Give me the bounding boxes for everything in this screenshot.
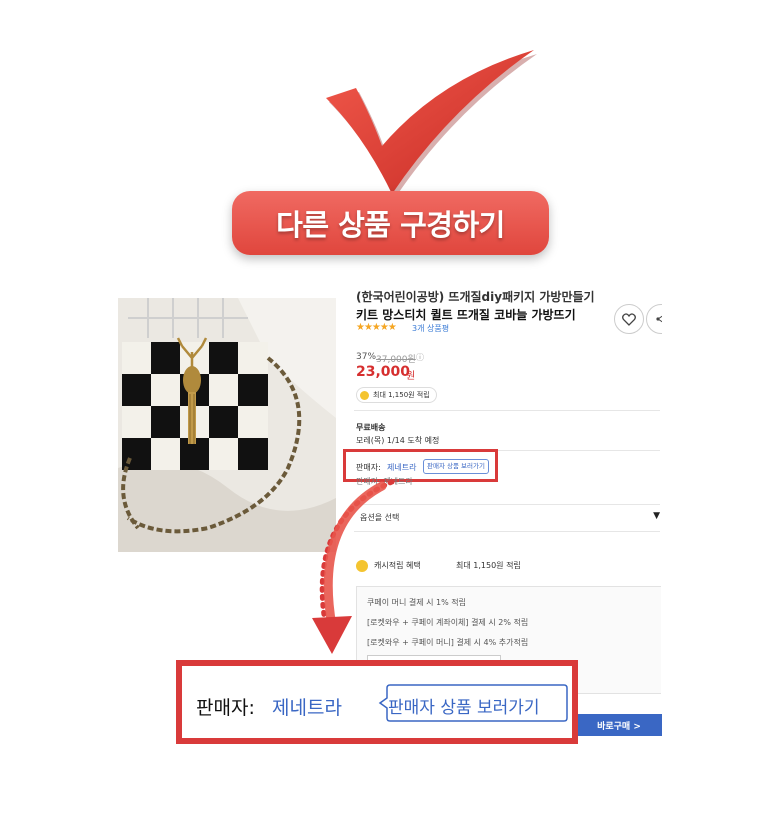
product-title-cut: (한국어린이공방) 뜨개질diy패키지 가방만들기 [356,290,595,304]
cash-benefit-max: 최대 1,150원 적립 [456,561,521,570]
point-badge: 최대 1,150원 적립 [356,387,437,403]
seller-products-button-label: 판매자 상품 보러가기 [388,698,540,718]
share-button[interactable] [646,304,662,334]
seller-zoom-box: 판매자: 제네트라 판매자 상품 보러가기 [176,660,578,744]
review-count-link[interactable]: 3개 상품평 [412,323,449,334]
curved-arrow-icon [312,479,395,654]
share-icon [656,315,662,323]
info-icon[interactable]: ⓘ [416,352,424,363]
buy-now-button[interactable]: 바로구매 > [576,714,662,736]
sale-price: 23,000 [356,364,411,380]
discount-rate: 37% [356,352,377,362]
heart-icon [622,312,636,326]
checkmark-icon [326,50,537,198]
caret-down-icon: ▼ [653,511,660,521]
title-banner: 다른 상품 구경하기 [232,191,549,255]
seller-label: 판매자: [196,697,255,719]
seller-name-link[interactable]: 제네트라 [272,693,342,720]
page-title: 다른 상품 구경하기 [276,208,505,242]
wishlist-button[interactable] [614,304,644,334]
divider [354,410,660,411]
price-unit: 원 [406,371,416,382]
coin-icon [360,390,369,400]
product-name: 키트 망스티치 퀼트 뜨개질 코바늘 가방뜨기 [356,308,576,322]
point-badge-text: 최대 1,150원 적립 [373,391,430,399]
rating-stars: ★★★★★ [356,322,397,333]
shipping-date: 모레(목) 1/14 도착 예정 [356,436,440,445]
shipping-label: 무료배송 [356,423,386,432]
